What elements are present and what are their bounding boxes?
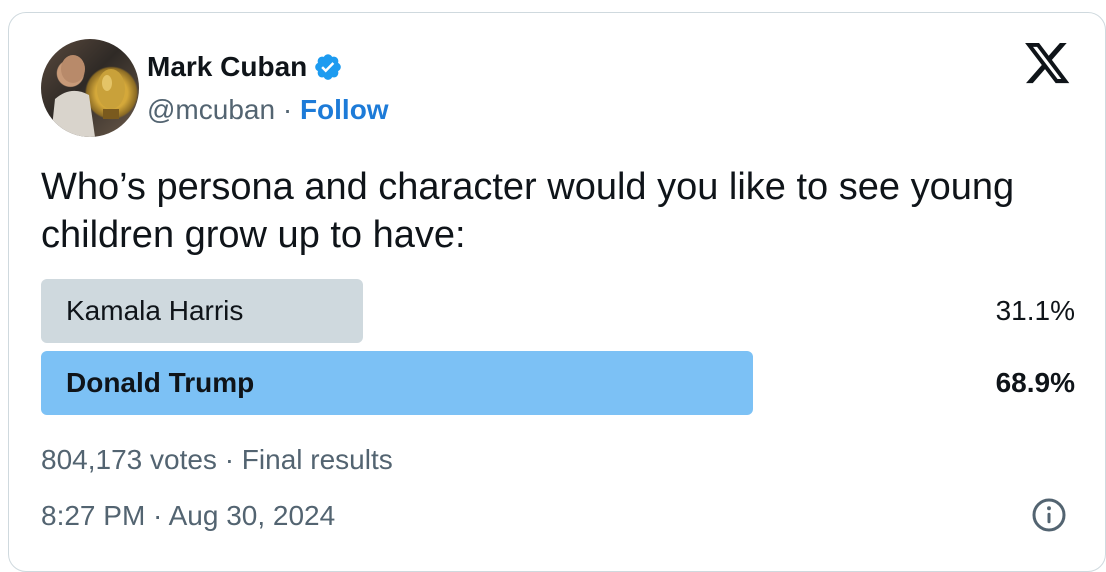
x-logo-icon[interactable]: [1025, 43, 1071, 85]
poll-option: Kamala Harris 31.1%: [41, 279, 1075, 343]
poll-option-percent: 31.1%: [995, 295, 1075, 326]
poll-option-label: Donald Trump: [66, 367, 255, 398]
author-handle-row: @mcuban · Follow: [147, 93, 389, 127]
verified-badge-icon: [313, 52, 343, 82]
poll-summary: 804,173 votes · Final results: [41, 444, 393, 475]
avatar[interactable]: [41, 39, 139, 137]
poll-option: Donald Trump 68.9%: [41, 351, 1075, 415]
poll-option-label: Kamala Harris: [66, 295, 244, 326]
tweet-text: Who’s persona and character would you li…: [41, 166, 1015, 256]
tweet-timestamp[interactable]: 8:27 PM · Aug 30, 2024: [41, 499, 335, 533]
author-name-row[interactable]: Mark Cuban: [147, 51, 343, 83]
info-icon[interactable]: [1031, 497, 1067, 533]
author-handle[interactable]: @mcuban: [147, 94, 275, 125]
poll-option-percent: 68.9%: [995, 367, 1075, 398]
tweet-card[interactable]: Mark Cuban @mcuban · Follow Who’s person…: [8, 12, 1106, 572]
follow-link[interactable]: Follow: [300, 94, 389, 125]
author-name[interactable]: Mark Cuban: [147, 51, 307, 83]
separator-dot: ·: [275, 94, 300, 125]
